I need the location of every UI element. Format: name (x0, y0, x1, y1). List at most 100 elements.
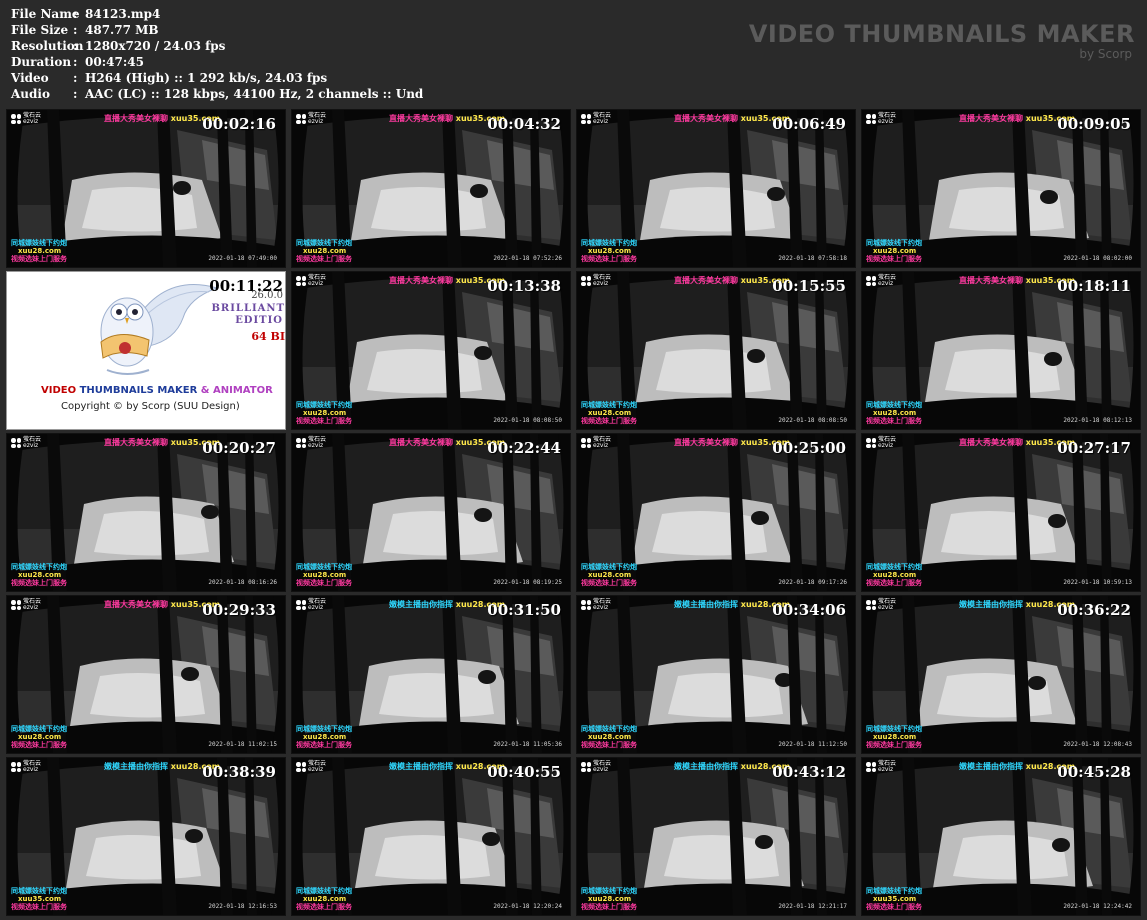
ezviz-logo-icon (581, 114, 591, 124)
ezviz-logo: 萤石云 ezviz (581, 599, 611, 611)
ezviz-logo-icon (296, 276, 306, 286)
ezviz-logo-text: 萤石云 ezviz (593, 761, 611, 773)
video-thumbnail[interactable]: 萤石云 ezviz 嫩模主播由你指挥 xuu28.com 00:31:50 同城嫖妓线下… (291, 595, 571, 754)
overlay-bottom-line: xuu28.com (18, 571, 62, 579)
overlay-bottom-line: xuu28.com (303, 247, 347, 255)
overlay-bottom-line: 视频选妹上门服务 (296, 417, 352, 425)
video-thumbnail[interactable]: 萤石云 ezviz 直播大秀美女裸聊 xuu35.com 00:06:49 同城嫖妓线下… (576, 109, 856, 268)
overlay-bottom-line: xuu28.com (18, 733, 62, 741)
video-thumbnail[interactable]: 萤石云 ezviz 直播大秀美女裸聊 xuu35.com 00:04:32 同城嫖妓线下… (291, 109, 571, 268)
overlay-bottom-line: 视频选妹上门服务 (866, 255, 922, 263)
overlay-bottom-text: 同城嫖妓线下约炮 xuu28.com 视频选妹上门服务 (866, 401, 922, 425)
thumbnail-timestamp: 00:20:27 (202, 439, 276, 457)
ezviz-logo-text: 萤石云 ezviz (308, 113, 326, 125)
thumbnail-timestamp: 00:27:17 (1057, 439, 1131, 457)
overlay-top-cn: 嫩模主播由你指挥 (674, 600, 738, 609)
overlay-bottom-line: xuu28.com (873, 571, 917, 579)
camera-datetime: 2022-01-18 12:20:24 (493, 903, 562, 910)
ezviz-logo: 萤石云 ezviz (581, 113, 611, 125)
video-thumbnail[interactable]: 萤石云 ezviz 嫩模主播由你指挥 xuu28.com 00:38:39 同城嫖妓线下… (6, 757, 286, 916)
overlay-bottom-line: xuu28.com (588, 247, 632, 255)
video-thumbnail[interactable]: 萤石云 ezviz 直播大秀美女裸聊 xuu35.com 00:20:27 同城嫖妓线下… (6, 433, 286, 592)
thumbnail-timestamp: 00:36:22 (1057, 601, 1131, 619)
ezviz-logo-icon (581, 276, 591, 286)
thumbnail-timestamp: 00:22:44 (487, 439, 561, 457)
ezviz-logo: 萤石云 ezviz (296, 761, 326, 773)
overlay-bottom-line: 视频选妹上门服务 (866, 417, 922, 425)
video-thumbnail[interactable]: 萤石云 ezviz 直播大秀美女裸聊 xuu35.com 00:09:05 同城嫖妓线下… (861, 109, 1141, 268)
overlay-bottom-line: 视频选妹上门服务 (296, 903, 352, 911)
video-thumbnail[interactable]: 萤石云 ezviz 嫩模主播由你指挥 xuu28.com 00:36:22 同城嫖妓线下… (861, 595, 1141, 754)
ezviz-logo-icon (581, 438, 591, 448)
video-thumbnail[interactable]: 萤石云 ezviz 嫩模主播由你指挥 xuu28.com 00:40:55 同城嫖妓线下… (291, 757, 571, 916)
overlay-bottom-line: 同城嫖妓线下约炮 (11, 239, 67, 247)
camera-datetime: 2022-01-18 10:59:13 (1063, 579, 1132, 586)
ezviz-logo-text: 萤石云 ezviz (878, 761, 896, 773)
video-thumbnail[interactable]: 萤石云 ezviz 嫩模主播由你指挥 xuu28.com 00:43:12 同城嫖妓线下… (576, 757, 856, 916)
overlay-bottom-line: xuu28.com (873, 409, 917, 417)
ezviz-logo-en: ezviz (308, 766, 324, 773)
ezviz-logo-text: 萤石云 ezviz (23, 113, 41, 125)
ezviz-logo-text: 萤石云 ezviz (23, 761, 41, 773)
ezviz-logo: 萤石云 ezviz (296, 275, 326, 287)
ezviz-logo-text: 萤石云 ezviz (593, 437, 611, 449)
ezviz-logo-text: 萤石云 ezviz (308, 599, 326, 611)
video-thumbnail[interactable]: 萤石云 ezviz 直播大秀美女裸聊 xuu35.com 00:22:44 同城嫖妓线下… (291, 433, 571, 592)
ezviz-logo-en: ezviz (593, 442, 609, 449)
camera-datetime: 2022-01-18 07:58:18 (778, 255, 847, 262)
video-thumbnail[interactable]: 萤石云 ezviz 直播大秀美女裸聊 xuu35.com 00:15:55 同城嫖妓线下… (576, 271, 856, 430)
ezviz-logo: 萤石云 ezviz (581, 437, 611, 449)
overlay-top-cn: 直播大秀美女裸聊 (389, 276, 453, 285)
camera-datetime: 2022-01-18 11:05:36 (493, 741, 562, 748)
overlay-bottom-line: 视频选妹上门服务 (581, 417, 637, 425)
video-thumbnail[interactable]: 萤石云 ezviz 直播大秀美女裸聊 xuu35.com 00:29:33 同城嫖妓线下… (6, 595, 286, 754)
camera-datetime: 2022-01-18 12:24:42 (1063, 903, 1132, 910)
video-thumbnail[interactable]: 萤石云 ezviz 嫩模主播由你指挥 xuu28.com 00:34:06 同城嫖妓线下… (576, 595, 856, 754)
ezviz-logo: 萤石云 ezviz (11, 113, 41, 125)
ezviz-logo: 萤石云 ezviz (296, 437, 326, 449)
overlay-bottom-line: xuu28.com (873, 247, 917, 255)
thumbnail-grid: 萤石云 ezviz 直播大秀美女裸聊 xuu35.com 00:02:16 同城嫖妓线下… (0, 0, 1147, 920)
overlay-top-cn: 直播大秀美女裸聊 (674, 438, 738, 447)
thumbnail-timestamp: 00:45:28 (1057, 763, 1131, 781)
camera-datetime: 2022-01-18 08:19:25 (493, 579, 562, 586)
thumbnail-timestamp: 00:13:38 (487, 277, 561, 295)
thumbnail-timestamp: 00:40:55 (487, 763, 561, 781)
overlay-top-cn: 嫩模主播由你指挥 (104, 762, 168, 771)
overlay-bottom-line: 同城嫖妓线下约炮 (581, 887, 637, 895)
overlay-bottom-line: 同城嫖妓线下约炮 (296, 401, 352, 409)
ezviz-logo-en: ezviz (878, 766, 894, 773)
ezviz-logo-text: 萤石云 ezviz (593, 599, 611, 611)
video-thumbnail[interactable]: 萤石云 ezviz 直播大秀美女裸聊 xuu35.com 00:25:00 同城嫖妓线下… (576, 433, 856, 592)
ezviz-logo-icon (296, 762, 306, 772)
thumbnail-timestamp: 00:09:05 (1057, 115, 1131, 133)
video-thumbnail[interactable]: 萤石云 ezviz 直播大秀美女裸聊 xuu35.com 00:13:38 同城嫖妓线下… (291, 271, 571, 430)
video-thumbnail[interactable]: 萤石云 ezviz 直播大秀美女裸聊 xuu35.com 00:27:17 同城嫖妓线下… (861, 433, 1141, 592)
overlay-bottom-line: xuu28.com (303, 895, 347, 903)
video-thumbnail[interactable]: 萤石云 ezviz 直播大秀美女裸聊 xuu35.com 00:18:11 同城嫖妓线下… (861, 271, 1141, 430)
video-thumbnail[interactable]: 萤石云 ezviz 嫩模主播由你指挥 xuu28.com 00:45:28 同城嫖妓线下… (861, 757, 1141, 916)
overlay-top-cn: 直播大秀美女裸聊 (104, 600, 168, 609)
ezviz-logo-en: ezviz (878, 604, 894, 611)
video-thumbnail[interactable]: 萤石云 ezviz 直播大秀美女裸聊 xuu35.com 00:02:16 同城嫖妓线下… (6, 109, 286, 268)
overlay-bottom-text: 同城嫖妓线下约炮 xuu28.com 视频选妹上门服务 (296, 239, 352, 263)
overlay-bottom-text: 同城嫖妓线下约炮 xuu28.com 视频选妹上门服务 (11, 239, 67, 263)
ezviz-logo-text: 萤石云 ezviz (878, 599, 896, 611)
overlay-bottom-line: 同城嫖妓线下约炮 (296, 563, 352, 571)
overlay-top-cn: 直播大秀美女裸聊 (959, 114, 1023, 123)
ezviz-logo-text: 萤石云 ezviz (878, 437, 896, 449)
overlay-top-cn: 直播大秀美女裸聊 (674, 114, 738, 123)
ezviz-logo-text: 萤石云 ezviz (593, 275, 611, 287)
overlay-top-cn: 直播大秀美女裸聊 (959, 276, 1023, 285)
promo-tile: 00:11:22 26.0.0 BRILLIANT EDITIO 64 BI VIDEO … (6, 271, 286, 430)
overlay-bottom-line: 同城嫖妓线下约炮 (866, 239, 922, 247)
overlay-bottom-line: 同城嫖妓线下约炮 (296, 887, 352, 895)
camera-datetime: 2022-01-18 12:21:17 (778, 903, 847, 910)
promo-version: 26.0.0 (251, 290, 283, 301)
overlay-bottom-line: xuu28.com (18, 247, 62, 255)
camera-datetime: 2022-01-18 11:02:15 (208, 741, 277, 748)
ezviz-logo-text: 萤石云 ezviz (593, 113, 611, 125)
overlay-bottom-text: 同城嫖妓线下约炮 xuu28.com 视频选妹上门服务 (581, 401, 637, 425)
overlay-bottom-text: 同城嫖妓线下约炮 xuu28.com 视频选妹上门服务 (866, 725, 922, 749)
ezviz-logo-text: 萤石云 ezviz (23, 599, 41, 611)
